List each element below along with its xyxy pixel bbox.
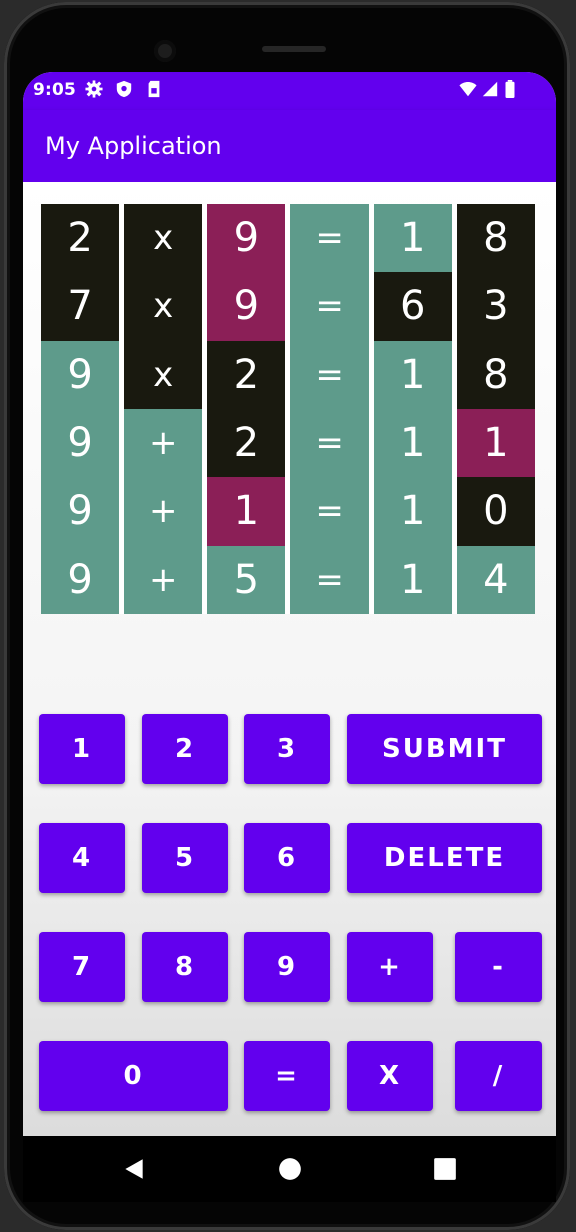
- wifi-icon: [459, 82, 477, 97]
- key-divide[interactable]: /: [455, 1041, 542, 1111]
- key-6[interactable]: 6: [244, 823, 330, 893]
- content-area: 2 x 9 = 1 8 7 x 9 = 6 3 9 x 2 = 1 8 9 +2 = 1 1 9 +1 = 1 0 9 +5 = 1 4 1 2…: [23, 182, 556, 1136]
- speaker-grille: [262, 46, 326, 52]
- key-2[interactable]: 2: [142, 714, 228, 784]
- status-bar: 9:05: [23, 72, 556, 110]
- key-minus[interactable]: -: [455, 932, 542, 1002]
- sim-card-icon: [148, 80, 160, 98]
- key-0[interactable]: 0: [39, 1041, 228, 1111]
- signal-icon: [482, 81, 498, 97]
- camera-icon: [154, 40, 176, 62]
- device-screen: 9:05 My Application 2 x 9 = 1 8 7 x 9 = …: [23, 72, 556, 1136]
- key-3[interactable]: 3: [244, 714, 330, 784]
- app-title: My Application: [45, 132, 222, 160]
- key-plus[interactable]: +: [347, 932, 433, 1002]
- key-7[interactable]: 7: [39, 932, 125, 1002]
- key-1[interactable]: 1: [39, 714, 125, 784]
- submit-button[interactable]: SUBMIT: [347, 714, 542, 784]
- key-equals[interactable]: =: [244, 1041, 330, 1111]
- battery-icon: [505, 80, 515, 98]
- key-5[interactable]: 5: [142, 823, 228, 893]
- key-4[interactable]: 4: [39, 823, 125, 893]
- shield-icon: [116, 80, 132, 98]
- home-icon[interactable]: [277, 1156, 303, 1182]
- back-icon[interactable]: [121, 1156, 147, 1182]
- delete-button[interactable]: DELETE: [347, 823, 542, 893]
- key-8[interactable]: 8: [142, 932, 228, 1002]
- app-bar: My Application: [23, 110, 556, 182]
- navigation-bar: [23, 1136, 556, 1202]
- keypad: 1 2 3 SUBMIT 4 5 6 DELETE 7 8 9 + - 0 = …: [23, 182, 556, 1136]
- status-time: 9:05: [33, 80, 77, 100]
- recents-icon[interactable]: [432, 1156, 458, 1182]
- key-times[interactable]: X: [347, 1041, 433, 1111]
- key-9[interactable]: 9: [244, 932, 330, 1002]
- settings-icon: [85, 80, 103, 98]
